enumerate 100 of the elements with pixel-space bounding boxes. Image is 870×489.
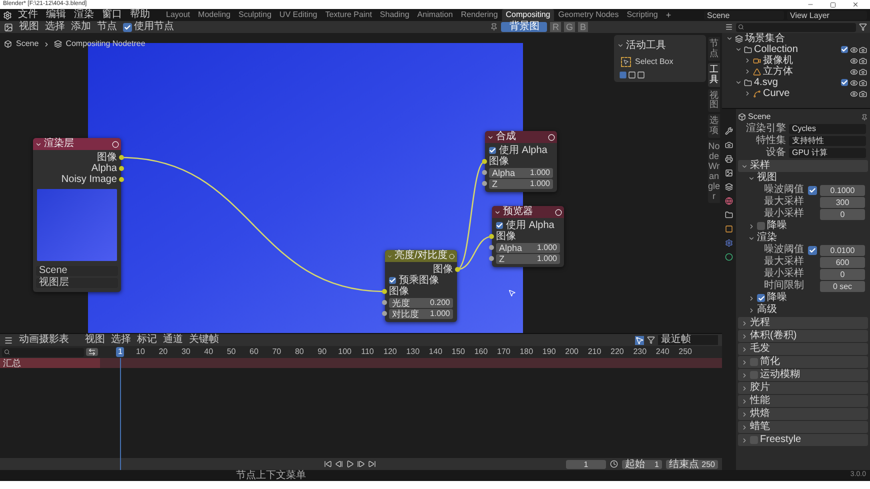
socket-icon[interactable] [489,234,494,239]
filter-icon[interactable] [647,336,655,344]
checkbox[interactable] [808,186,816,194]
workspace-tab[interactable]: Rendering [456,9,502,21]
socket-icon[interactable] [119,155,124,160]
panel-header[interactable]: 简化 [738,356,868,368]
checkbox[interactable] [496,222,503,229]
eye-icon[interactable] [850,68,858,76]
backdrop-toggle[interactable]: 背景图 [501,22,548,32]
checkbox[interactable] [489,147,496,154]
number-field[interactable]: 对比度 1.000 [389,308,453,318]
menu-item[interactable]: 标记 [137,334,157,346]
camera-icon[interactable] [859,68,867,76]
menu-item[interactable]: 节点 [97,21,117,33]
chevron-icon[interactable] [748,222,755,230]
number-field[interactable]: 0 sec [820,280,865,292]
menu-item[interactable]: 编辑 [44,9,68,21]
socket-icon[interactable] [382,311,387,316]
circle-icon[interactable] [725,253,733,261]
panel-header[interactable]: 性能 [738,395,868,407]
panel-header[interactable]: 毛发 [738,343,868,355]
menu-item[interactable]: 帮助 [128,9,152,21]
camera-icon[interactable] [725,141,733,149]
socket-icon[interactable] [489,256,494,261]
chevron-down-icon[interactable] [494,208,501,216]
editor-type-icon[interactable] [4,336,13,344]
socket-icon[interactable] [489,245,494,250]
mode-dropdown[interactable]: 动画摄影表 [19,334,79,346]
chevron-icon[interactable] [748,234,755,242]
add-workspace-button[interactable]: + [662,9,676,21]
workspace-tab[interactable]: Modeling [194,9,234,21]
clock-icon[interactable] [610,460,618,468]
checkbox[interactable] [841,79,848,86]
checkbox[interactable] [123,22,132,32]
chevron-icon[interactable] [748,174,755,182]
workspace-tab[interactable]: Texture Paint [321,9,376,21]
dropdown[interactable]: 支持特性 [789,136,866,146]
view-layer-field[interactable]: View Layer [787,10,867,20]
sidebar-tab[interactable]: 节点 [708,37,720,61]
number-field[interactable]: 0 [820,268,865,280]
panel-header[interactable]: 运动模糊 [738,369,868,381]
checkbox[interactable] [389,277,396,284]
sidebar-tab[interactable]: 视图 [708,88,720,112]
number-field[interactable]: Z 1.000 [489,178,553,188]
chevron-icon[interactable] [741,398,748,404]
number-field[interactable]: 600 [820,256,865,268]
editor-type-icon[interactable] [725,23,733,31]
subpanel-header[interactable]: 渲染 [738,232,868,244]
menu-item[interactable]: 渲染 [72,9,96,21]
pin-icon[interactable] [861,114,868,120]
play-icon[interactable] [346,460,354,468]
workspace-tab[interactable]: Geometry Nodes [554,9,623,21]
subpanel-header[interactable]: 高级 [738,304,868,316]
outliner-item[interactable]: 摄像机 [763,55,848,66]
select-icon[interactable] [635,336,644,344]
search-field[interactable] [736,22,856,32]
sidebar-tab[interactable]: 工具 [708,62,720,87]
workspace-tab[interactable]: Shading [376,9,414,21]
chevron-down-icon[interactable] [35,140,42,148]
scene-field[interactable]: Scene [704,10,784,20]
dropdown[interactable]: Cycles [789,124,866,134]
node-panel[interactable]: 合成 使用 Alpha 图像 Alpha 1.000 Z 1.000 [485,131,557,192]
panel-header[interactable]: 蜡笔 [738,421,868,433]
dropdown[interactable]: Scene [36,266,118,276]
start-frame-field[interactable]: 起始 1 [622,460,662,468]
chevron-icon[interactable] [741,424,748,430]
node-panel[interactable]: 渲染层 图像 Alpha Noisy Image Scene 视图层 [33,138,121,292]
sidebar-tab[interactable]: Node Wrangler [708,140,720,204]
image-icon[interactable] [725,169,733,177]
menu-item[interactable]: 选择 [45,21,65,33]
outliner-item[interactable]: Collection [754,44,841,55]
node-header[interactable]: 预览器 [492,206,564,218]
summary-row[interactable]: 汇总 [0,358,722,368]
menu-item[interactable]: 添加 [71,21,91,33]
socket-icon[interactable] [382,289,387,294]
menu-item[interactable]: 视图 [85,334,105,346]
number-field[interactable]: 0.0100 [820,244,865,256]
checkbox[interactable] [808,246,816,254]
number-field[interactable]: 300 [820,196,865,208]
chevron-icon[interactable] [741,332,748,340]
node-header[interactable]: 合成 [485,131,557,143]
outliner-item[interactable]: 场景集合 [745,33,867,44]
menu-item[interactable]: 窗口 [100,9,124,21]
eye-icon[interactable] [850,78,858,86]
chevron-icon[interactable] [741,436,748,444]
dropdown[interactable]: GPU 计算 [789,148,866,158]
socket-icon[interactable] [482,170,487,175]
maximize-icon[interactable] [830,2,836,8]
node-header[interactable]: 渲染层 [33,138,121,150]
jump-start-icon[interactable] [324,460,332,468]
eye-icon[interactable] [850,46,858,54]
number-field[interactable]: 0 [820,208,865,220]
layers-icon[interactable] [725,183,733,191]
menu-item[interactable]: 视图 [19,21,39,33]
workspace-tab[interactable]: Compositing [502,9,554,21]
chevron-icon[interactable] [741,384,748,392]
folder-icon[interactable] [725,211,733,219]
outliner-item[interactable]: 4.svg [754,77,841,88]
close-icon[interactable] [852,1,859,8]
step-back-icon[interactable] [335,460,343,468]
